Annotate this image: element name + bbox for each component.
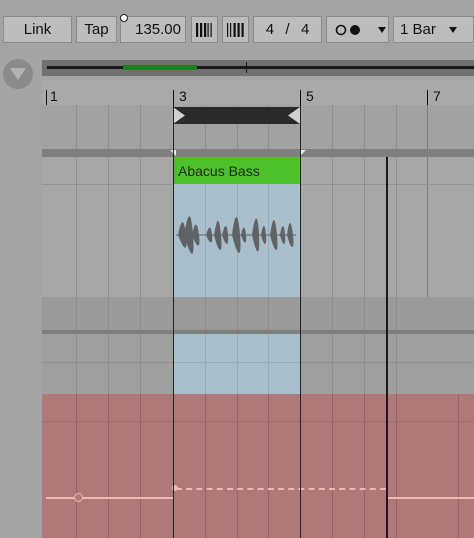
audio-clip[interactable]: Abacus Bass [174, 157, 300, 297]
nudge-up-button[interactable] [222, 16, 249, 43]
tempo-nudge-handle-icon[interactable] [120, 14, 128, 22]
ruler-label-7: 7 [433, 88, 441, 104]
overview-track [47, 66, 474, 69]
loop-start-marker-icon[interactable] [173, 107, 187, 124]
ruler-label-1: 1 [50, 88, 58, 104]
link-label: Link [23, 21, 52, 38]
ruler-tick-1 [46, 90, 47, 105]
automation-breakpoint[interactable] [74, 493, 83, 502]
clip-name: Abacus Bass [178, 162, 260, 179]
metronome-icon [335, 24, 360, 35]
clip-selection-area[interactable] [174, 334, 300, 394]
nudge-up-icon [226, 22, 244, 37]
chevron-down-icon [378, 26, 386, 33]
track-lane-2[interactable] [42, 297, 474, 330]
ruler-label-3: 3 [179, 88, 187, 104]
waveform [176, 216, 296, 254]
metronome-button[interactable] [326, 16, 389, 43]
time-signature-field[interactable]: 4 / 4 [253, 16, 322, 43]
tap-label: Tap [84, 21, 109, 38]
collapse-button[interactable] [3, 59, 33, 89]
beat-ruler[interactable]: 1 3 5 7 [42, 80, 474, 105]
clip-header[interactable]: Abacus Bass [174, 157, 300, 184]
chevron-down-icon [448, 26, 457, 33]
automation-lane[interactable] [42, 394, 474, 538]
quantize-value: 1 Bar [400, 21, 436, 38]
arrangement-panel: 1 3 5 7 Abacus Bass [42, 80, 474, 538]
ruler-tick-3 [173, 90, 174, 105]
selection-start-line [173, 105, 174, 538]
automation-divider [42, 421, 474, 422]
quantize-select[interactable]: 1 Bar [393, 16, 474, 43]
ruler-tick-5 [300, 90, 301, 105]
automation-line[interactable] [46, 497, 174, 499]
tempo-value: 135.00 [135, 21, 181, 38]
signature-separator: / [285, 21, 290, 38]
automation-line-dashed[interactable] [176, 488, 386, 490]
nudge-down-icon [195, 22, 212, 37]
loop-brace[interactable] [173, 107, 300, 124]
ruler-label-5: 5 [306, 88, 314, 104]
playhead-line[interactable] [386, 157, 388, 538]
triangle-down-icon [10, 68, 26, 80]
tempo-field[interactable]: 135.00 [120, 16, 186, 43]
overview-tick [246, 62, 247, 73]
nudge-down-button[interactable] [191, 16, 218, 43]
signature-numerator: 4 [265, 21, 275, 38]
link-button[interactable]: Link [3, 16, 72, 43]
left-strip [0, 46, 42, 538]
loop-end-marker-icon[interactable] [286, 107, 300, 124]
overview-view-region[interactable] [123, 65, 197, 70]
lane-separator [42, 149, 474, 157]
tap-tempo-button[interactable]: Tap [76, 16, 117, 43]
automation-line[interactable] [387, 497, 474, 499]
selection-end-line [300, 105, 301, 538]
signature-denominator: 4 [300, 21, 310, 38]
ruler-tick-7 [427, 90, 428, 105]
